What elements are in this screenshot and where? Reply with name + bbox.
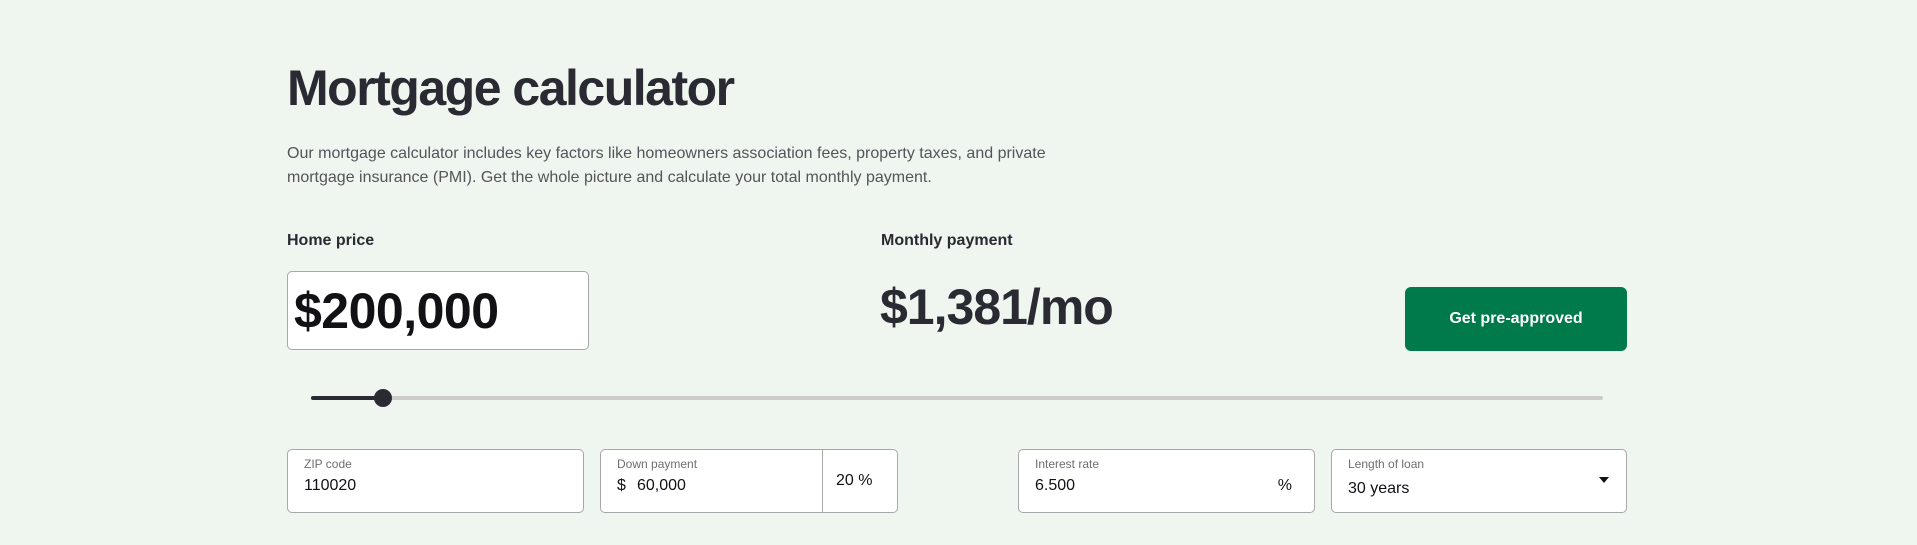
monthly-payment-label: Monthly payment	[881, 232, 1013, 249]
percent-sign: %	[1277, 477, 1292, 494]
loan-length-value[interactable]: 30 years	[1348, 480, 1409, 498]
slider-fill	[311, 396, 384, 400]
interest-rate-value[interactable]: 6.500	[1035, 477, 1075, 495]
loan-length-label: Length of loan	[1348, 457, 1425, 471]
monthly-payment-value: $1,381/mo	[880, 279, 1114, 335]
down-payment-field[interactable]: Down payment $ 60,000 20 %	[600, 449, 898, 513]
slider-thumb[interactable]	[374, 389, 393, 407]
chevron-down-icon[interactable]	[1599, 477, 1609, 483]
slider-track[interactable]	[311, 396, 1603, 400]
page-title: Mortgage calculator	[287, 60, 735, 116]
home-price-field[interactable]	[287, 271, 589, 350]
interest-rate-field[interactable]: Interest rate 6.500 %	[1018, 449, 1315, 513]
home-price-slider[interactable]	[311, 388, 1603, 408]
get-pre-approved-button[interactable]: Get pre-approved	[1405, 287, 1627, 351]
interest-rate-label: Interest rate	[1035, 457, 1100, 471]
home-price-label: Home price	[287, 232, 375, 249]
zip-code-label: ZIP code	[304, 457, 352, 471]
home-price-input[interactable]	[288, 281, 588, 340]
down-payment-percent[interactable]: 20 %	[836, 472, 872, 490]
zip-code-value[interactable]: 110020	[304, 477, 356, 495]
down-payment-label: Down payment	[617, 457, 698, 471]
zip-code-field[interactable]: ZIP code 110020	[287, 449, 584, 513]
page-description: Our mortgage calculator includes key fac…	[287, 145, 1046, 186]
down-payment-amount[interactable]: 60,000	[637, 477, 686, 495]
loan-length-select[interactable]: Length of loan 30 years	[1331, 449, 1627, 513]
mortgage-calculator: Mortgage calculator Our mortgage calcula…	[287, 0, 1627, 545]
field-divider	[822, 450, 823, 512]
dollar-sign: $	[617, 477, 626, 494]
